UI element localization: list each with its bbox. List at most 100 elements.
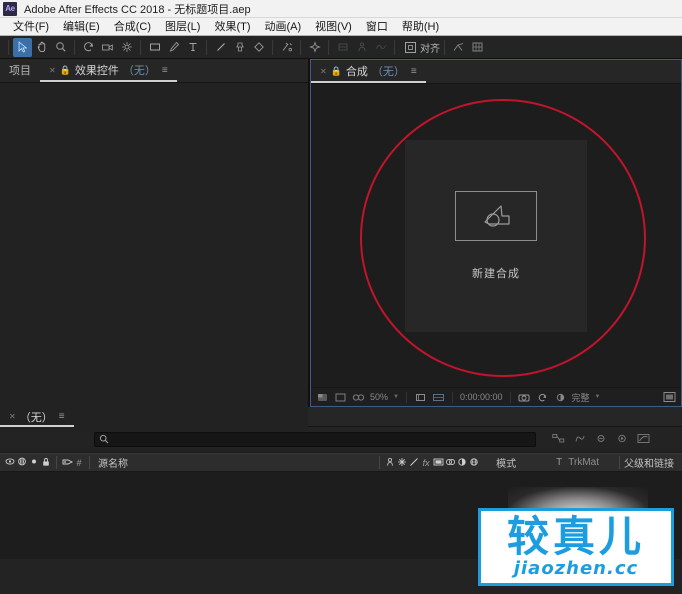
toolbar-divider <box>8 39 9 55</box>
panel-menu-icon[interactable]: ≡ <box>411 66 417 77</box>
puppet-pin-tool-icon[interactable] <box>305 38 324 57</box>
pen-tool-icon[interactable] <box>164 38 183 57</box>
workspace-icon-a[interactable] <box>333 38 352 57</box>
toggle-transparency-grid-icon[interactable] <box>316 391 329 404</box>
show-snapshot-icon[interactable] <box>536 391 549 404</box>
header-divider <box>379 456 381 469</box>
draft-3d-icon[interactable] <box>574 433 586 447</box>
graph-editor-icon[interactable] <box>637 433 650 447</box>
workspace-icon-c[interactable] <box>371 38 390 57</box>
composition-mini-flowchart-icon[interactable] <box>552 433 565 447</box>
tab-timeline[interactable]: ✕ （无） ≡ <box>0 407 74 427</box>
roto-brush-tool-icon[interactable] <box>277 38 296 57</box>
search-input-field[interactable] <box>112 434 531 445</box>
watermark-logo: 较真儿 jiaozhen.cc <box>478 508 674 586</box>
lock-icon[interactable]: 🔒 <box>60 65 71 76</box>
menu-item-file[interactable]: 文件(F) <box>6 18 56 36</box>
timeline-switch-icon[interactable] <box>663 391 676 404</box>
timeline-toolbar-icons <box>552 433 650 447</box>
magnification-value[interactable]: 50% <box>370 392 388 402</box>
menu-item-effect[interactable]: 效果(T) <box>207 18 257 36</box>
header-divider <box>56 456 57 469</box>
label-color-icon[interactable] <box>61 457 73 469</box>
close-icon[interactable]: ✕ <box>9 412 16 421</box>
take-snapshot-icon[interactable] <box>518 391 531 404</box>
clone-stamp-tool-icon[interactable] <box>230 38 249 57</box>
main-workspace: 项目 ✕ 🔒 效果控件 （无） ≡ ✕ 🔒 合成 （无） ≡ 新建合成 50% … <box>0 58 682 431</box>
effect-controls-empty-area[interactable] <box>0 83 308 431</box>
shape-tool-icon[interactable] <box>145 38 164 57</box>
align-toggle[interactable]: 对齐 <box>399 40 440 55</box>
toolbar-divider <box>300 39 301 55</box>
toggle-mask-icon[interactable] <box>334 391 347 404</box>
rotation-tool-icon[interactable] <box>79 38 98 57</box>
composition-stage[interactable]: 新建合成 <box>311 84 681 387</box>
column-trkmat[interactable]: TrkMat <box>568 457 599 468</box>
camera-tool-icon[interactable] <box>98 38 117 57</box>
column-mode[interactable]: 模式 <box>496 455 556 470</box>
collapse-transformations-icon[interactable] <box>396 457 408 469</box>
shy-icon[interactable] <box>384 457 396 469</box>
tab-composition[interactable]: ✕ 🔒 合成 （无） ≡ <box>311 59 426 83</box>
show-channel-icon[interactable] <box>554 391 567 404</box>
lock-icon[interactable]: 🔒 <box>331 66 342 77</box>
menu-item-help[interactable]: 帮助(H) <box>395 18 446 36</box>
panel-menu-icon[interactable]: ≡ <box>59 411 65 422</box>
eraser-tool-icon[interactable] <box>249 38 268 57</box>
panel-menu-icon[interactable]: ≡ <box>162 65 168 76</box>
frame-blending-icon[interactable] <box>432 457 444 469</box>
menu-item-layer[interactable]: 图层(L) <box>158 18 207 36</box>
audio-switch-icon[interactable] <box>16 457 28 468</box>
motion-blur-switch-icon[interactable] <box>444 457 456 469</box>
menu-item-view[interactable]: 视图(V) <box>308 18 359 36</box>
align-label: 对齐 <box>420 43 440 55</box>
toggle-3d-view-icon[interactable] <box>352 391 365 404</box>
grid-guides-icon[interactable] <box>432 391 445 404</box>
toolbar-divider <box>394 39 395 55</box>
grid-icon[interactable] <box>468 38 487 57</box>
lock-switch-icon[interactable] <box>40 457 52 469</box>
chevron-down-icon[interactable]: ▼ <box>595 394 601 400</box>
effects-icon[interactable]: fx <box>420 458 432 468</box>
selection-tool-icon[interactable] <box>13 37 32 57</box>
close-icon[interactable]: ✕ <box>49 66 56 75</box>
current-timecode[interactable]: 0:00:00:00 <box>460 392 503 402</box>
menu-item-composition[interactable]: 合成(C) <box>107 18 158 36</box>
watermark-cn-text: 较真儿 <box>506 512 645 561</box>
chevron-down-icon[interactable]: ▼ <box>393 394 399 400</box>
quality-value[interactable]: 完整 <box>572 391 590 404</box>
align-checkbox-icon[interactable] <box>405 41 416 53</box>
adjustment-layer-icon[interactable] <box>456 457 468 469</box>
menu-item-edit[interactable]: 编辑(E) <box>56 18 107 36</box>
quality-icon[interactable] <box>408 457 420 469</box>
motion-blur-icon[interactable] <box>616 433 628 447</box>
zoom-tool-icon[interactable] <box>51 38 70 57</box>
tab-project[interactable]: 项目 <box>0 58 40 82</box>
solo-switch-icon[interactable] <box>28 457 40 468</box>
close-icon[interactable]: ✕ <box>320 67 327 76</box>
workspace-icon-b[interactable] <box>352 38 371 57</box>
tools-toolbar: 对齐 <box>0 36 682 59</box>
region-of-interest-icon[interactable] <box>414 391 427 404</box>
text-tool-icon[interactable] <box>183 38 202 57</box>
viewer-divider <box>451 391 453 403</box>
new-composition-button[interactable]: 新建合成 <box>405 139 587 332</box>
after-effects-window: Ae Adobe After Effects CC 2018 - 无标题项目.a… <box>0 0 682 594</box>
column-source-name[interactable]: 源名称 <box>98 455 128 470</box>
column-parent-and-link[interactable]: 父级和链接 <box>624 455 674 470</box>
search-input[interactable] <box>94 432 536 447</box>
hide-shy-layers-icon[interactable] <box>595 433 607 447</box>
brush-tool-icon[interactable] <box>211 38 230 57</box>
menu-item-animation[interactable]: 动画(A) <box>258 18 309 36</box>
tab-timeline-label: （无） <box>19 411 53 424</box>
hand-tool-icon[interactable] <box>32 38 51 57</box>
3d-layer-icon[interactable] <box>468 457 480 469</box>
menu-item-window[interactable]: 窗口 <box>359 18 395 36</box>
tab-effect-controls[interactable]: ✕ 🔒 效果控件 （无） ≡ <box>40 58 177 82</box>
snapping-icon[interactable] <box>449 38 468 57</box>
pan-behind-tool-icon[interactable] <box>117 38 136 57</box>
layer-number-icon[interactable]: # <box>73 458 85 468</box>
video-switch-icon[interactable] <box>4 457 16 468</box>
composition-viewer-toolbar: 50% ▼ 0:00:00:00 完整 ▼ <box>311 387 681 406</box>
tab-project-label: 项目 <box>9 65 31 77</box>
